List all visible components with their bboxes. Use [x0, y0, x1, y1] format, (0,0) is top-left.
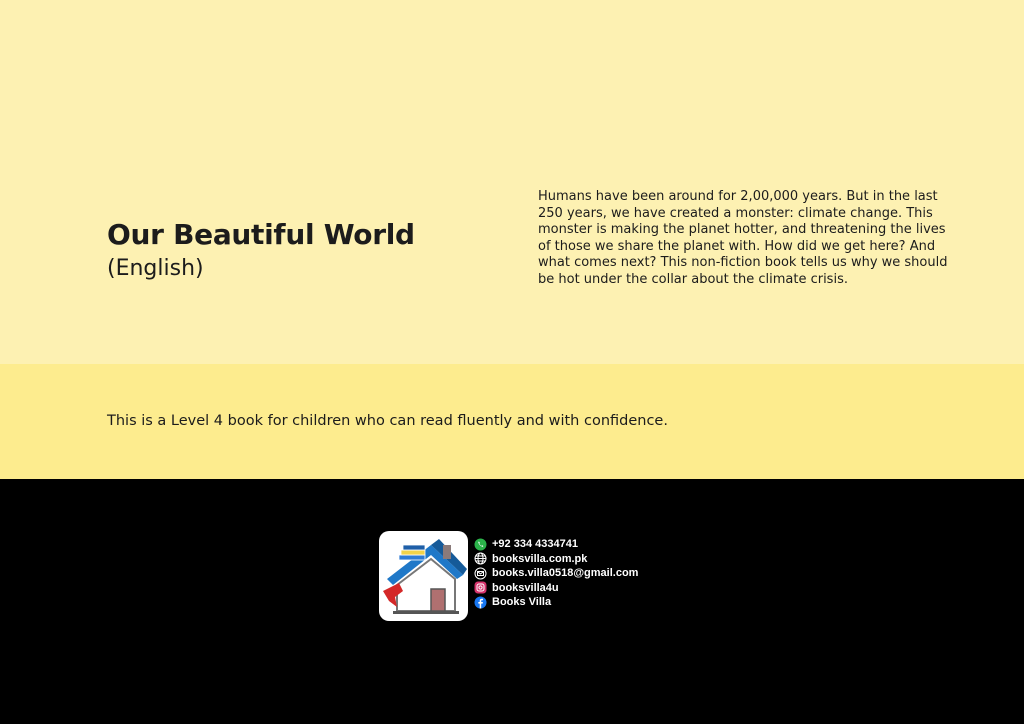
contact-facebook[interactable]: Books Villa [474, 595, 638, 610]
facebook-icon [474, 596, 487, 609]
contact-text: +92 334 4334741 [492, 538, 578, 551]
contact-list: +92 334 4334741 booksvilla.com.pk books.… [474, 537, 638, 610]
contact-whatsapp[interactable]: +92 334 4334741 [474, 537, 638, 552]
reading-level-note: This is a Level 4 book for children who … [107, 413, 668, 429]
book-language: (English) [107, 256, 204, 281]
contact-instagram[interactable]: booksvilla4u [474, 581, 638, 596]
contact-text: booksvilla4u [492, 581, 559, 594]
contact-text: books.villa0518@gmail.com [492, 567, 639, 580]
whatsapp-icon [474, 538, 487, 551]
publisher-footer: +92 334 4334741 booksvilla.com.pk books.… [0, 479, 1024, 724]
book-title: Our Beautiful World [107, 218, 415, 251]
instagram-icon [474, 581, 487, 594]
level-band: This is a Level 4 book for children who … [0, 364, 1024, 479]
book-blurb: Humans have been around for 2,00,000 yea… [538, 189, 948, 287]
contact-text: booksvilla.com.pk [492, 552, 588, 565]
books-villa-logo [379, 531, 468, 621]
globe-icon [474, 552, 487, 565]
email-icon [474, 567, 487, 580]
contact-email[interactable]: books.villa0518@gmail.com [474, 566, 638, 581]
cover-top-band: Our Beautiful World (English) Humans hav… [0, 0, 1024, 364]
house-logo-icon [383, 539, 467, 614]
contact-website[interactable]: booksvilla.com.pk [474, 552, 638, 567]
contact-text: Books Villa [492, 596, 552, 609]
